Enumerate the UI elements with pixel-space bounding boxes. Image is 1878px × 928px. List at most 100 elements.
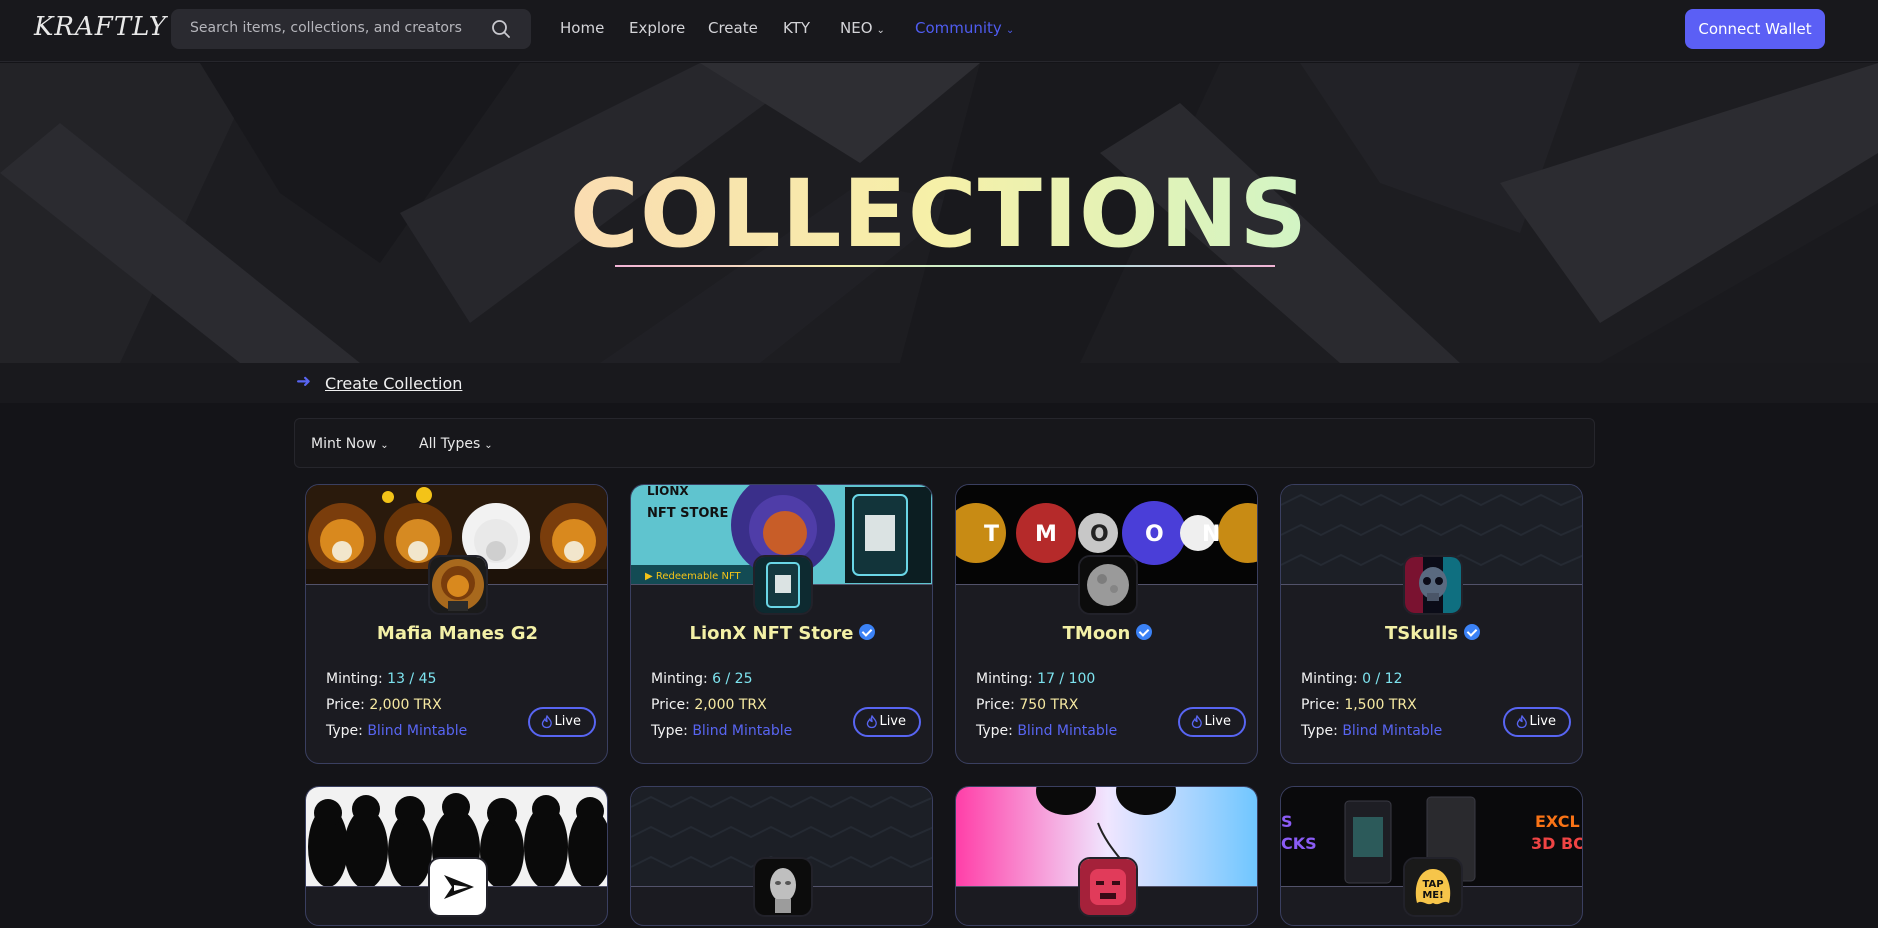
hero-banner: COLLECTIONS — [0, 63, 1878, 363]
type-row: Type: Blind Mintable — [976, 723, 1117, 739]
live-badge-button[interactable]: Live — [1503, 707, 1571, 737]
connect-wallet-button[interactable]: Connect Wallet — [1685, 9, 1825, 49]
live-label: Live — [879, 714, 906, 729]
minting-row: Minting: 0 / 12 — [1301, 671, 1403, 687]
collection-avatar — [428, 555, 488, 615]
verified-icon — [1136, 624, 1153, 640]
mint-now-filter-dropdown[interactable]: Mint Now ⌄ — [311, 436, 389, 452]
collection-card[interactable]: LIONX NFT STORE ▶ Redeemable NFT LionX N… — [630, 484, 933, 764]
collection-name-text: Mafia Manes G2 — [376, 623, 539, 644]
live-label: Live — [1529, 714, 1556, 729]
collection-avatar — [753, 555, 813, 615]
flame-icon — [1516, 715, 1527, 729]
collection-name[interactable]: TSkulls — [1281, 623, 1582, 644]
title-underline — [615, 265, 1275, 267]
collection-card[interactable] — [955, 786, 1258, 926]
type-label: Type: — [326, 723, 363, 739]
collection-card[interactable] — [305, 786, 608, 926]
collection-avatar — [1403, 555, 1463, 615]
minting-label: Minting: — [976, 671, 1033, 687]
search-input[interactable]: Search items, collections, and creators — [190, 20, 462, 36]
price-row: Price: 2,000 TRX — [651, 697, 767, 713]
price-row: Price: 1,500 TRX — [1301, 697, 1417, 713]
collection-name-text: LionX NFT Store — [689, 623, 854, 644]
price-value: 2,000 TRX — [369, 697, 442, 713]
collection-avatar: TAP ME! — [1403, 857, 1463, 917]
type-row: Type: Blind Mintable — [326, 723, 467, 739]
collection-name-text: TMoon — [1062, 623, 1131, 644]
flame-icon — [1191, 715, 1202, 729]
price-value: 750 TRX — [1019, 697, 1079, 713]
price-label: Price: — [976, 697, 1015, 713]
svg-text:3D BO: 3D BO — [1531, 834, 1583, 853]
minting-row: Minting: 13 / 45 — [326, 671, 436, 687]
live-badge-button[interactable]: Live — [1178, 707, 1246, 737]
chevron-down-icon: ⌄ — [380, 440, 389, 451]
svg-text:ME!: ME! — [1422, 890, 1443, 901]
collection-name[interactable]: Mafia Manes G2 — [306, 623, 607, 644]
svg-text:▶ Redeemable NFT: ▶ Redeemable NFT — [645, 571, 742, 582]
all-types-filter-dropdown[interactable]: All Types ⌄ — [419, 436, 493, 452]
collection-avatar — [428, 857, 488, 917]
banner-letter: T — [984, 522, 999, 547]
minting-value: 6 / 25 — [712, 671, 753, 687]
collection-name[interactable]: LionX NFT Store — [631, 623, 932, 644]
nav-neo-dropdown[interactable]: NEO ⌄ — [840, 19, 885, 37]
filter-bar: Mint Now ⌄ All Types ⌄ — [294, 418, 1595, 468]
svg-text:TAP: TAP — [1422, 879, 1443, 890]
live-badge-button[interactable]: Live — [853, 707, 921, 737]
collection-card[interactable]: TSkulls Minting: 0 / 12 Price: 1,500 TRX… — [1280, 484, 1583, 764]
create-collection-link[interactable]: Create Collection — [325, 374, 462, 393]
kraftly-logo[interactable]: KRAFTLY — [34, 12, 167, 42]
svg-text:CKS: CKS — [1281, 834, 1317, 853]
verified-icon — [859, 624, 876, 640]
collection-card[interactable] — [630, 786, 933, 926]
collection-avatar — [1078, 857, 1138, 917]
nav-home[interactable]: Home — [560, 19, 604, 37]
svg-text:O: O — [1145, 522, 1164, 547]
collection-name-text: TSkulls — [1384, 623, 1459, 644]
minting-label: Minting: — [651, 671, 708, 687]
type-value: Blind Mintable — [367, 723, 468, 739]
live-badge-button[interactable]: Live — [528, 707, 596, 737]
banner-text: LIONX — [647, 485, 689, 498]
collection-avatar — [753, 857, 813, 917]
type-row: Type: Blind Mintable — [1301, 723, 1442, 739]
price-label: Price: — [326, 697, 365, 713]
nav-explore[interactable]: Explore — [629, 19, 685, 37]
minting-row: Minting: 17 / 100 — [976, 671, 1095, 687]
type-label: Type: — [651, 723, 688, 739]
minting-value: 0 / 12 — [1362, 671, 1403, 687]
collection-card[interactable]: S CKS EXCL 3D BO TAP ME! — [1280, 786, 1583, 926]
svg-text:NFT STORE: NFT STORE — [647, 506, 728, 521]
price-value: 2,000 TRX — [694, 697, 767, 713]
svg-text:EXCL: EXCL — [1535, 812, 1580, 831]
price-value: 1,500 TRX — [1344, 697, 1417, 713]
mint-now-label: Mint Now — [311, 436, 377, 452]
arrow-right-icon: ➜ — [296, 371, 312, 392]
nav-community-dropdown[interactable]: Community ⌄ — [915, 19, 1014, 37]
price-row: Price: 2,000 TRX — [326, 697, 442, 713]
page-title: COLLECTIONS — [0, 160, 1878, 269]
nav-create[interactable]: Create — [708, 19, 758, 37]
verified-icon — [1464, 624, 1481, 640]
svg-text:S: S — [1281, 812, 1293, 831]
minting-label: Minting: — [326, 671, 383, 687]
collection-name[interactable]: TMoon — [956, 623, 1257, 644]
svg-text:M: M — [1035, 522, 1057, 547]
flame-icon — [866, 715, 877, 729]
minting-label: Minting: — [1301, 671, 1358, 687]
collection-card[interactable]: T M O O N TMoon Minting: 17 / 100 Price:… — [955, 484, 1258, 764]
minting-value: 13 / 45 — [387, 671, 437, 687]
collection-card[interactable]: Mafia Manes G2 Minting: 13 / 45 Price: 2… — [305, 484, 608, 764]
search-bar[interactable]: Search items, collections, and creators — [171, 9, 531, 49]
top-navbar: KRAFTLY Search items, collections, and c… — [0, 0, 1878, 62]
type-value: Blind Mintable — [1017, 723, 1118, 739]
price-row: Price: 750 TRX — [976, 697, 1078, 713]
live-label: Live — [554, 714, 581, 729]
chevron-down-icon: ⌄ — [1005, 25, 1015, 36]
type-value: Blind Mintable — [1342, 723, 1443, 739]
search-icon[interactable] — [491, 19, 511, 39]
flame-icon — [541, 715, 552, 729]
nav-kty[interactable]: KTY — [783, 19, 810, 37]
